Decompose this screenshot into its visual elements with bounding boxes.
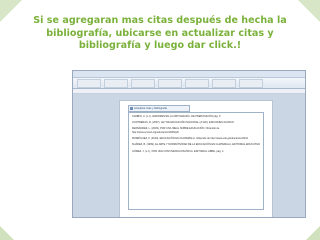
- ribbon-group[interactable]: [104, 78, 128, 88]
- slide-corner-decoration: [298, 0, 320, 22]
- bibliography-entry: FERNÁNDEZ, L. (2009). POR UNA IDEAL SOBR…: [132, 127, 220, 134]
- ribbon-group[interactable]: [77, 78, 101, 88]
- bibliography-entry: SUÁREZ, B. (1999). EL ARTE Y NORMATIVIDA…: [132, 143, 260, 147]
- ribbon-toolbar: [73, 78, 305, 89]
- word-screenshot: Actualizar citas y bibliografía CAMBIO, …: [72, 70, 306, 218]
- update-citations-button[interactable]: Actualizar citas y bibliografía: [128, 105, 190, 112]
- bibliography-box[interactable]: CAMBIO, A. (s.f.). ERRORES EN LA ORTOGRA…: [128, 112, 264, 210]
- document-page: Actualizar citas y bibliografía CAMBIO, …: [119, 100, 273, 217]
- bibliography-entry: CAMBIO, A. (s.f.). ERRORES EN LA ORTOGRA…: [132, 115, 221, 118]
- ribbon-group[interactable]: [239, 78, 263, 88]
- ribbon-group[interactable]: [185, 78, 209, 88]
- ribbon-group[interactable]: [158, 78, 182, 88]
- ribbon-tabs: [73, 71, 305, 78]
- bibliography-entry: RODRÍGUEZ, F. (2010). EDUCACIÓN EN GUATE…: [132, 137, 248, 141]
- refresh-icon: [130, 107, 133, 110]
- document-area: Actualizar citas y bibliografía CAMBIO, …: [73, 94, 305, 217]
- slide-title: Si se agregaran mas citas después de hec…: [33, 15, 287, 51]
- bibliography-entry: GÓMEZ, J. (s.f.). POR UNA CONVIVENCIA PA…: [132, 149, 224, 153]
- bibliography-entry: CONTRERAS, R. (2007). LEY DE EDUCACIÓN N…: [132, 121, 234, 125]
- slide-corner-decoration: [0, 226, 14, 240]
- update-citations-label: Actualizar citas y bibliografía: [134, 107, 167, 110]
- ribbon-group[interactable]: [131, 78, 155, 88]
- ribbon-group[interactable]: [212, 78, 236, 88]
- slide-corner-decoration: [306, 226, 320, 240]
- slide-corner-decoration: [0, 0, 22, 22]
